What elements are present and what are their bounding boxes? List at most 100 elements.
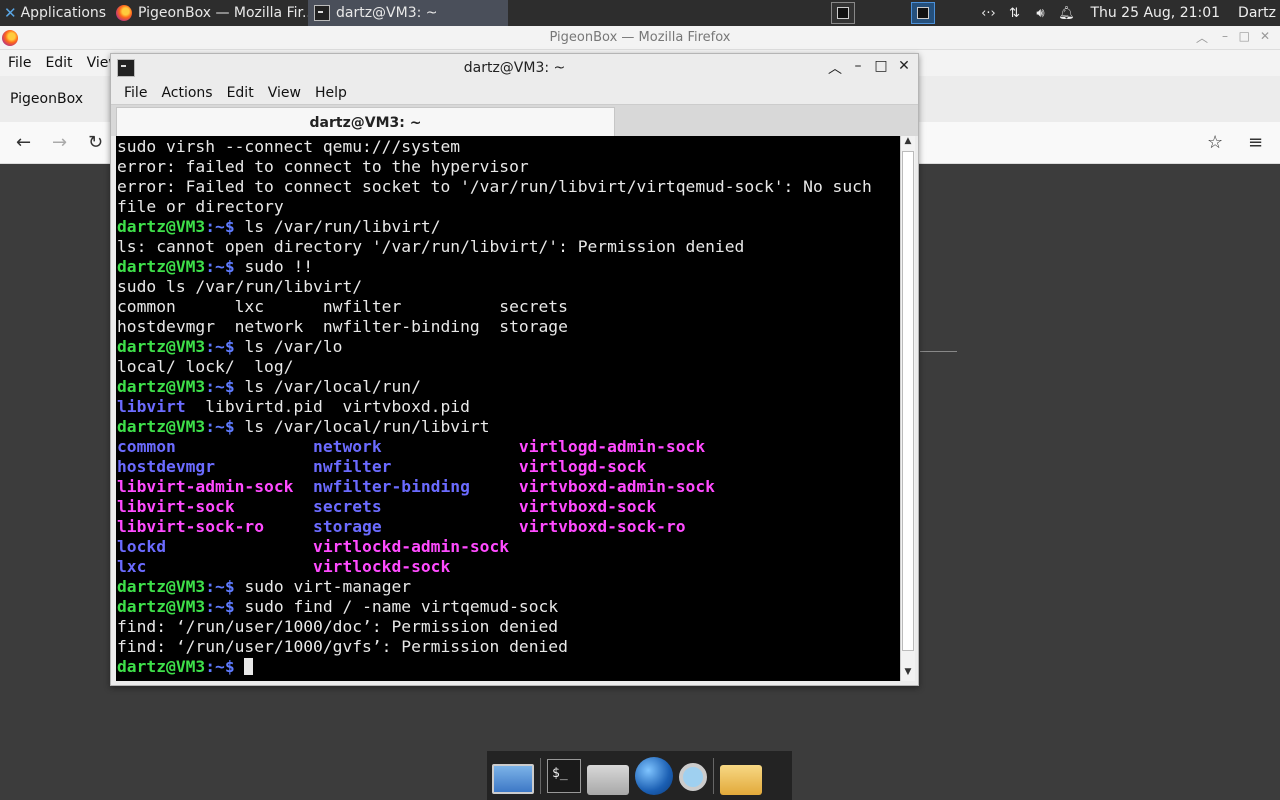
minimize-button[interactable]: –: [1222, 29, 1228, 43]
network-arrows-icon[interactable]: ‹·›: [980, 5, 996, 21]
dock-separator: [540, 757, 541, 794]
output-text: libvirtd.pid virtvboxd.pid: [185, 397, 470, 416]
bookmark-star-icon[interactable]: ☆: [1207, 132, 1223, 153]
workspace-1-button[interactable]: [831, 2, 855, 24]
prompt-path: :~$: [205, 597, 235, 616]
terminal-line: dartz@VM3:~$ ls /var/lo: [117, 337, 872, 357]
terminal-scrollbar[interactable]: ▲ ▼: [900, 136, 915, 681]
search-magnifier-icon[interactable]: [679, 762, 707, 791]
terminal-menubar: File Actions Edit View Help: [111, 82, 918, 104]
socket-entry: libvirt-sock-ro: [117, 517, 314, 536]
scrollbar-thumb[interactable]: [902, 151, 914, 651]
web-browser-globe-icon[interactable]: [635, 756, 673, 795]
network-transfer-icon[interactable]: ⇅: [1006, 5, 1022, 21]
command-text: ls /var/local/run/libvirt: [234, 417, 490, 436]
user-menu[interactable]: Dartz: [1238, 5, 1276, 21]
show-desktop-icon[interactable]: [492, 763, 534, 794]
text-cursor: [244, 658, 254, 675]
terminal-glyph: $_: [552, 765, 568, 781]
close-icon[interactable]: ✕: [1260, 29, 1270, 43]
volume-icon[interactable]: 🔊︎: [1032, 5, 1048, 21]
prompt-path: :~$: [205, 337, 235, 356]
output-text: find: ‘/run/user/1000/doc’: Permission d…: [117, 617, 559, 636]
socket-entry: virtvboxd-sock-ro: [518, 517, 686, 536]
minimize-icon[interactable]: ︿: [1196, 29, 1208, 46]
file-manager-folder-icon[interactable]: [720, 764, 762, 795]
menu-file[interactable]: File: [124, 85, 147, 101]
menu-edit[interactable]: Edit: [227, 85, 254, 101]
output-text: error: failed to connect to the hypervis…: [117, 157, 529, 176]
terminal-line: file or directory: [117, 197, 872, 217]
firefox-icon: [116, 5, 132, 21]
scroll-up-arrow-icon[interactable]: ▲: [901, 136, 915, 150]
clock[interactable]: Thu 25 Aug, 21:01: [1090, 5, 1220, 21]
terminal-line: libvirt-sock secrets virtvboxd-sock: [117, 497, 872, 517]
system-tray: ‹·› ⇅ 🔊︎ 🔔︎ Thu 25 Aug, 21:01 Dartz: [980, 0, 1280, 26]
prompt-path: :~$: [205, 657, 235, 676]
directory-entry: lxc: [117, 557, 314, 576]
terminal-text: sudo virsh --connect qemu:///system error…: [117, 137, 872, 677]
dock-separator: [713, 757, 714, 794]
reload-icon[interactable]: ↻: [88, 132, 103, 153]
terminal-tabbar: dartz@VM3: ~: [111, 104, 918, 137]
command-text: sudo virt-manager: [234, 577, 412, 596]
prompt-path: :~$: [205, 257, 235, 276]
prompt-path: :~$: [205, 217, 235, 236]
terminal-window-title: dartz@VM3: ~: [463, 60, 566, 76]
terminal-line: libvirt libvirtd.pid virtvboxd.pid: [117, 397, 872, 417]
terminal-launcher-icon[interactable]: $_: [547, 758, 581, 793]
terminal-line: common network virtlogd-admin-sock: [117, 437, 872, 457]
scroll-down-arrow-icon[interactable]: ▼: [901, 667, 915, 681]
socket-entry: virtlogd-sock: [518, 457, 647, 476]
firefox-tab[interactable]: PigeonBox: [0, 80, 110, 118]
taskbar-item-terminal[interactable]: dartz@VM3: ~: [308, 0, 508, 26]
back-arrow-icon[interactable]: ←: [16, 132, 31, 153]
taskbar-item-label: PigeonBox — Mozilla Fir...: [138, 5, 308, 21]
tab-title: PigeonBox: [10, 91, 83, 107]
command-text: ls /var/local/run/: [234, 377, 421, 396]
terminal-line: hostdevmgr network nwfilter-binding stor…: [117, 317, 872, 337]
maximize-icon[interactable]: □: [1239, 29, 1250, 43]
prompt-path: :~$: [205, 417, 235, 436]
terminal-line: dartz@VM3:~$ ls /var/local/run/: [117, 377, 872, 397]
taskbar-item-firefox[interactable]: PigeonBox — Mozilla Fir...: [110, 0, 308, 26]
notification-bell-icon[interactable]: 🔔︎: [1058, 5, 1075, 21]
minimize-icon[interactable]: –: [849, 58, 867, 74]
terminal-titlebar[interactable]: dartz@VM3: ~ ︿ – □ ✕: [111, 54, 918, 82]
menu-edit[interactable]: Edit: [45, 55, 72, 71]
terminal-line: local/ lock/ log/: [117, 357, 872, 377]
terminal-output[interactable]: sudo virsh --connect qemu:///system error…: [116, 136, 900, 681]
close-icon[interactable]: ✕: [895, 58, 913, 74]
menu-file[interactable]: File: [8, 55, 31, 71]
forward-arrow-icon[interactable]: →: [52, 132, 67, 153]
shade-chevron-up-icon[interactable]: ︿: [826, 58, 844, 78]
socket-entry: libvirt-sock: [117, 497, 314, 516]
terminal-icon: [117, 59, 135, 77]
hamburger-menu-icon[interactable]: ≡: [1248, 132, 1263, 153]
directory-entry: nwfilter-binding: [313, 477, 519, 496]
terminal-tab[interactable]: dartz@VM3: ~: [116, 107, 615, 137]
directory-entry: lockd: [117, 537, 314, 556]
command-text: sudo !!: [234, 257, 314, 276]
menu-help[interactable]: Help: [315, 85, 347, 101]
prompt-user: dartz@VM3: [117, 657, 206, 676]
socket-entry: libvirt-admin-sock: [117, 477, 314, 496]
maximize-icon[interactable]: □: [872, 58, 890, 74]
directory-entry: secrets: [313, 497, 519, 516]
menu-actions[interactable]: Actions: [161, 85, 212, 101]
workspace-2-button[interactable]: [911, 2, 935, 24]
terminal-line: libvirt-admin-sock nwfilter-binding virt…: [117, 477, 872, 497]
prompt-user: dartz@VM3: [117, 377, 206, 396]
prompt-user: dartz@VM3: [117, 337, 206, 356]
terminal-line: sudo virsh --connect qemu:///system: [117, 137, 872, 157]
terminal-line: sudo ls /var/run/libvirt/: [117, 277, 872, 297]
terminal-line: hostdevmgr nwfilter virtlogd-sock: [117, 457, 872, 477]
output-text: error: Failed to connect socket to '/var…: [117, 177, 872, 196]
menu-view[interactable]: View: [268, 85, 301, 101]
socket-entry: virtlockd-admin-sock: [313, 537, 510, 556]
applications-menu-button[interactable]: ✕ Applications: [0, 0, 110, 26]
home-folder-icon[interactable]: [587, 764, 629, 795]
firefox-titlebar[interactable]: PigeonBox — Mozilla Firefox ︿ – □ ✕: [0, 26, 1280, 50]
directory-entry: common network: [117, 437, 519, 456]
terminal-line: error: failed to connect to the hypervis…: [117, 157, 872, 177]
